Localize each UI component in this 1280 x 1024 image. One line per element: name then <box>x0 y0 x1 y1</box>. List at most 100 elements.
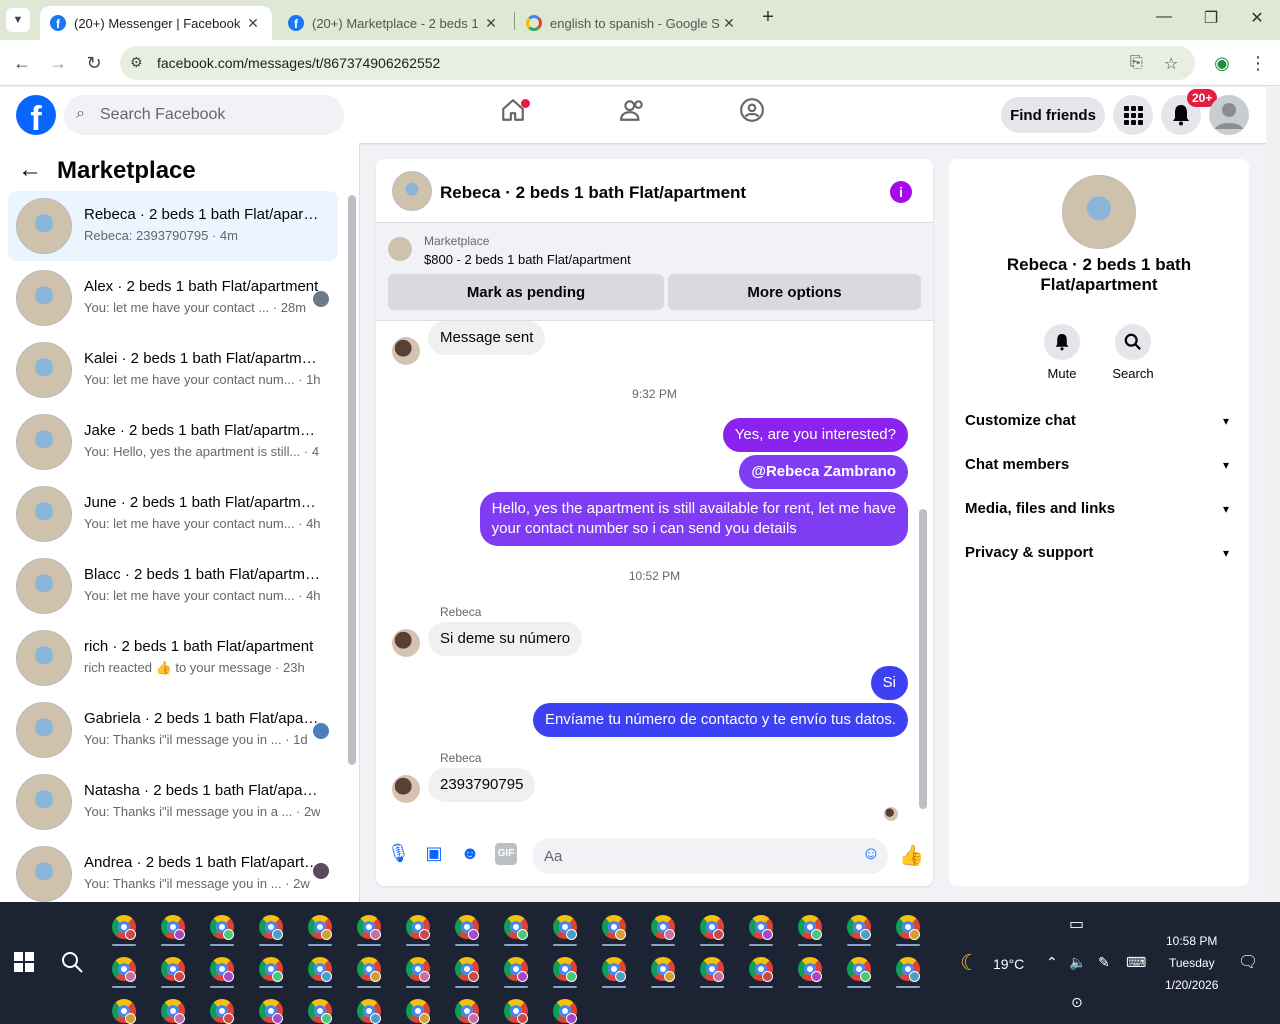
message-input[interactable] <box>532 838 888 874</box>
contact-avatar[interactable] <box>1062 175 1136 249</box>
chrome-window-icon[interactable] <box>153 950 193 988</box>
find-friends-button[interactable]: Find friends <box>1001 97 1105 133</box>
chrome-window-icon[interactable] <box>545 950 585 988</box>
chrome-window-icon[interactable] <box>643 950 683 988</box>
bookmark-star-icon[interactable]: ☆ <box>1164 54 1178 74</box>
message-bubble[interactable]: Si <box>870 666 908 700</box>
chrome-window-icon[interactable] <box>153 992 193 1024</box>
url-text[interactable]: facebook.com/messages/t/867374906262552 <box>157 55 440 71</box>
chrome-window-icon[interactable] <box>202 950 242 988</box>
chrome-window-icon[interactable] <box>251 908 291 946</box>
close-icon[interactable]: ✕ <box>244 15 262 32</box>
chrome-window-icon[interactable] <box>447 950 487 988</box>
message-bubble[interactable]: Yes, are you interested? <box>722 418 908 452</box>
account-avatar[interactable] <box>1209 95 1249 135</box>
site-settings-icon[interactable]: ⚙ <box>130 54 143 71</box>
friends-nav-icon[interactable] <box>613 97 653 133</box>
menu-dots-icon[interactable]: ⋮ <box>1246 51 1270 75</box>
restore-button[interactable]: ❐ <box>1199 8 1223 28</box>
photo-icon[interactable]: ▣ <box>423 843 445 865</box>
reload-icon[interactable]: ↻ <box>82 51 106 75</box>
facebook-logo[interactable]: f <box>16 95 56 135</box>
chrome-window-icon[interactable] <box>496 992 536 1024</box>
message-bubble[interactable]: Message sent <box>428 321 546 355</box>
search-icon[interactable] <box>60 950 84 977</box>
chrome-window-icon[interactable] <box>643 908 683 946</box>
chrome-window-icon[interactable] <box>349 992 389 1024</box>
install-app-icon[interactable]: ⎘ <box>1130 54 1143 72</box>
back-arrow-icon[interactable]: ← <box>18 156 42 184</box>
conversation-item[interactable]: rich · 2 beds 1 bath Flat/apartment rich… <box>8 623 338 693</box>
chrome-window-icon[interactable] <box>888 908 928 946</box>
back-icon[interactable]: ← <box>10 51 34 75</box>
chrome-window-icon[interactable] <box>594 908 634 946</box>
chrome-window-icon[interactable] <box>398 908 438 946</box>
minimize-button[interactable]: — <box>1152 8 1176 26</box>
chrome-window-icon[interactable] <box>447 992 487 1024</box>
chrome-window-icon[interactable] <box>202 908 242 946</box>
chrome-window-icon[interactable] <box>300 950 340 988</box>
customize-chat-section[interactable]: Customize chat ▾ <box>965 399 1233 443</box>
chrome-window-icon[interactable] <box>251 950 291 988</box>
media-files-section[interactable]: Media, files and links ▾ <box>965 487 1233 531</box>
chrome-window-icon[interactable] <box>153 908 193 946</box>
conversation-item[interactable]: June · 2 beds 1 bath Flat/apartment You:… <box>8 479 338 549</box>
chrome-window-icon[interactable] <box>594 950 634 988</box>
conversation-item[interactable]: Kalei · 2 beds 1 bath Flat/apartment You… <box>8 335 338 405</box>
menu-grid-button[interactable] <box>1113 95 1153 135</box>
chrome-window-icon[interactable] <box>300 908 340 946</box>
tab-messenger[interactable]: f (20+) Messenger | Facebook ✕ <box>40 6 272 40</box>
meet-now-icon[interactable]: ⊙ <box>1071 994 1083 1011</box>
search-input[interactable] <box>100 95 330 135</box>
mark-pending-button[interactable]: Mark as pending <box>388 274 664 310</box>
close-icon[interactable]: ✕ <box>482 15 500 32</box>
search-action[interactable]: Search <box>1098 324 1168 381</box>
chat-members-section[interactable]: Chat members ▾ <box>965 443 1233 487</box>
conversation-item[interactable]: Natasha · 2 beds 1 bath Flat/apartment Y… <box>8 767 338 837</box>
chrome-window-icon[interactable] <box>349 950 389 988</box>
chrome-window-icon[interactable] <box>398 992 438 1024</box>
chrome-window-icon[interactable] <box>790 950 830 988</box>
page-scrollbar[interactable] <box>1266 87 1280 902</box>
emoji-icon[interactable]: ☺ <box>860 843 882 865</box>
tab-search-button[interactable]: ▼ <box>6 8 30 32</box>
clock-day[interactable]: Tuesday <box>1169 956 1215 970</box>
new-tab-button[interactable]: + <box>756 6 780 29</box>
message-bubble[interactable]: 2393790795 <box>428 768 536 802</box>
conversation-item[interactable]: Alex · 2 beds 1 bath Flat/apartment You:… <box>8 263 338 333</box>
chrome-window-icon[interactable] <box>741 908 781 946</box>
chrome-window-icon[interactable] <box>251 992 291 1024</box>
privacy-support-section[interactable]: Privacy & support ▾ <box>965 531 1233 575</box>
window-close-button[interactable]: ✕ <box>1245 8 1269 28</box>
chrome-window-icon[interactable] <box>692 950 732 988</box>
chrome-window-icon[interactable] <box>545 992 585 1024</box>
conversation-item[interactable]: Gabriela · 2 beds 1 bath Flat/apartment … <box>8 695 338 765</box>
chrome-window-icon[interactable] <box>349 908 389 946</box>
chrome-window-icon[interactable] <box>202 992 242 1024</box>
start-button[interactable] <box>14 952 34 975</box>
chevron-up-icon[interactable]: ⌃ <box>1046 954 1058 971</box>
gif-icon[interactable]: GIF <box>495 843 517 865</box>
clock-date[interactable]: 1/20/2026 <box>1165 978 1218 992</box>
listing-title[interactable]: $800 - 2 beds 1 bath Flat/apartment <box>424 252 631 267</box>
chat-title[interactable]: Rebeca · 2 beds 1 bath Flat/apartment <box>440 183 746 203</box>
task-view-icon[interactable]: ▭ <box>1069 914 1084 934</box>
profile-icon[interactable]: ◉ <box>1210 51 1234 75</box>
chrome-window-icon[interactable] <box>790 908 830 946</box>
inbox-scrollbar[interactable] <box>348 195 356 765</box>
conversation-item[interactable]: Andrea · 2 beds 1 bath Flat/apartment Yo… <box>8 839 338 902</box>
home-nav-icon[interactable] <box>493 97 533 133</box>
weather-temp[interactable]: 19°C <box>993 956 1024 972</box>
conversation-item[interactable]: Blacc · 2 beds 1 bath Flat/apartment You… <box>8 551 338 621</box>
chrome-window-icon[interactable] <box>447 908 487 946</box>
chrome-window-icon[interactable] <box>104 908 144 946</box>
chrome-window-icon[interactable] <box>741 950 781 988</box>
keyboard-icon[interactable]: ⌨ <box>1126 954 1146 971</box>
message-bubble-multiline[interactable]: Hello, yes the apartment is still availa… <box>479 492 908 546</box>
chrome-window-icon[interactable] <box>839 950 879 988</box>
chrome-window-icon[interactable] <box>839 908 879 946</box>
chrome-window-icon[interactable] <box>888 950 928 988</box>
omnibox[interactable]: ⚙ facebook.com/messages/t/86737490626255… <box>120 46 1195 80</box>
chrome-window-icon[interactable] <box>545 908 585 946</box>
chat-scrollbar[interactable] <box>919 509 927 809</box>
